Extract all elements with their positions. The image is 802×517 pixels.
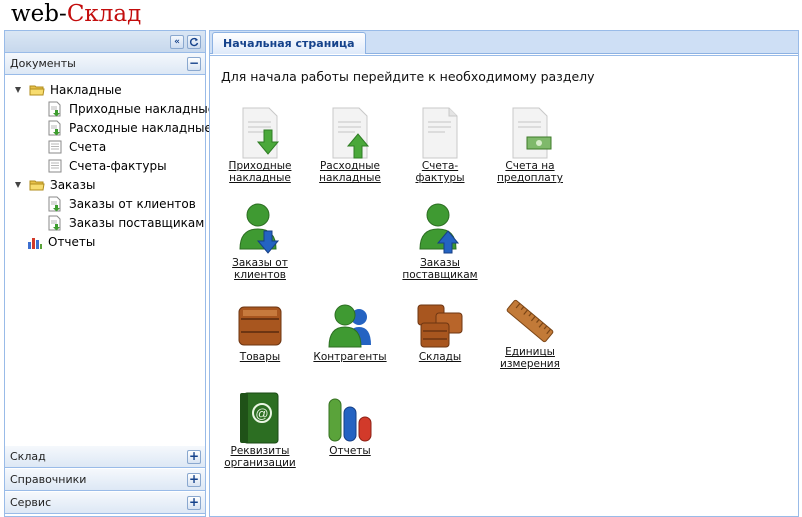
tree-node-invoice-facturas[interactable]: Счета-фактуры <box>47 157 207 175</box>
directories-section-header[interactable]: Справочники + <box>5 469 205 491</box>
home-page-content: Для начала работы перейдите к необходимо… <box>210 55 798 516</box>
client-orders-icon <box>239 203 280 254</box>
tile-organization-details[interactable]: @ Реквизиты организации <box>215 391 305 469</box>
prepayment-document-icon <box>512 107 552 159</box>
ruler-icon <box>506 299 554 343</box>
tile-label: Реквизиты организации <box>224 445 296 469</box>
section-title: Справочники <box>10 473 87 486</box>
tile-label: Счета на предоплату <box>496 160 563 184</box>
incoming-invoice-icon <box>242 107 280 159</box>
tile-label: Заказы от клиентов <box>232 257 288 281</box>
documents-section-header[interactable]: Документы − <box>5 53 205 75</box>
expand-section-button[interactable]: + <box>187 450 201 464</box>
main-tab-panel: Начальная страница Для начала работы пер… <box>209 30 799 517</box>
bar-chart-icon <box>28 238 42 249</box>
tab-home-page[interactable]: Начальная страница <box>212 32 366 54</box>
refresh-button[interactable] <box>187 35 201 49</box>
tile-label: Приходные накладные <box>228 160 292 184</box>
tile-label: Счета-фактуры <box>415 160 465 184</box>
collapse-panel-button[interactable]: « <box>170 35 184 49</box>
tile-supplier-orders[interactable]: Заказы поставщикам <box>395 201 485 281</box>
tile-outgoing-invoices[interactable]: Расходные накладные <box>305 106 395 184</box>
tree-node-label: Расходные накладные <box>69 121 212 135</box>
tile-label: Заказы поставщикам <box>402 257 478 281</box>
document-arrow-icon <box>48 196 61 212</box>
tree-node-orders[interactable]: Заказы <box>15 176 195 194</box>
reports-chart-icon <box>328 398 372 442</box>
service-section-header[interactable]: Сервис + <box>5 492 205 514</box>
section-title: Сервис <box>10 496 52 509</box>
refresh-icon <box>189 37 199 47</box>
intro-text: Для начала работы перейдите к необходимо… <box>221 69 595 84</box>
tile-client-orders[interactable]: Заказы от клиентов <box>215 201 305 281</box>
tree-node-label: Счета-фактуры <box>69 159 167 173</box>
tile-reports[interactable]: Отчеты <box>305 391 395 457</box>
tree-node-label: Накладные <box>50 83 122 97</box>
invoice-document-icon <box>422 107 458 159</box>
document-arrow-icon <box>48 101 61 117</box>
tree-node-client-orders[interactable]: Заказы от клиентов <box>47 195 207 213</box>
tile-units-of-measure[interactable]: Единицы измерения <box>485 296 575 370</box>
tile-incoming-invoices[interactable]: Приходные накладные <box>215 106 305 184</box>
expand-section-button[interactable]: + <box>187 473 201 487</box>
document-icon <box>48 140 62 154</box>
tree-node-reports[interactable]: Отчеты <box>27 233 197 251</box>
navigation-panel-header: « <box>5 31 205 53</box>
tree-node-label: Отчеты <box>48 235 96 249</box>
tree-node-label: Заказы <box>50 178 96 192</box>
outgoing-invoice-icon <box>332 107 370 159</box>
tree-node-incoming-invoices[interactable]: Приходные накладные <box>47 100 215 118</box>
address-book-icon: @ <box>240 392 279 444</box>
tile-label: Расходные накладные <box>319 160 381 184</box>
expander-icon[interactable] <box>15 182 21 188</box>
tab-strip: Начальная страница <box>210 31 798 54</box>
folder-icon <box>29 85 45 96</box>
goods-box-icon <box>238 306 282 346</box>
tile-warehouses[interactable]: Склады <box>395 301 485 363</box>
tile-invoice-facturas[interactable]: Счета-фактуры <box>395 106 485 184</box>
tile-label: Единицы измерения <box>500 346 560 370</box>
folder-icon <box>29 180 45 191</box>
documents-section-title: Документы <box>10 57 76 70</box>
warehouses-icon <box>417 304 463 348</box>
documents-tree: Накладные Приходные накладные Расходные … <box>5 75 215 464</box>
tile-contractors[interactable]: Контрагенты <box>305 301 395 363</box>
svg-text:@: @ <box>255 406 268 421</box>
document-icon <box>48 159 62 173</box>
tree-node-outgoing-invoices[interactable]: Расходные накладные <box>47 119 212 137</box>
tile-prepayment-invoices[interactable]: Счета на предоплату <box>485 106 575 184</box>
expander-icon[interactable] <box>15 87 21 93</box>
tree-node-label: Заказы поставщикам <box>69 216 205 230</box>
tree-node-label: Счета <box>69 140 107 154</box>
warehouse-section-header[interactable]: Склад + <box>5 446 205 468</box>
collapse-section-button[interactable]: − <box>187 57 201 71</box>
tree-node-invoices[interactable]: Накладные <box>15 81 195 99</box>
section-title: Склад <box>10 450 46 463</box>
tree-node-supplier-orders[interactable]: Заказы поставщикам <box>47 214 207 232</box>
tile-label: Склады <box>418 351 462 363</box>
app-logo: web-Склад <box>11 1 142 27</box>
tree-node-label: Приходные накладные <box>69 102 216 116</box>
tree-node-label: Заказы от клиентов <box>69 197 196 211</box>
tile-goods[interactable]: Товары <box>215 301 305 363</box>
supplier-orders-icon <box>419 203 460 254</box>
document-arrow-icon <box>48 120 61 136</box>
tree-node-bills[interactable]: Счета <box>47 138 207 156</box>
app-header: web-Склад <box>0 0 802 28</box>
expand-section-button[interactable]: + <box>187 496 201 510</box>
tile-label: Отчеты <box>329 445 371 457</box>
contractors-icon <box>328 304 371 348</box>
document-arrow-icon <box>48 215 61 231</box>
tile-label: Товары <box>239 351 281 363</box>
tile-label: Контрагенты <box>313 351 387 363</box>
navigation-panel: « Документы − Накладные Приходные наклад… <box>4 30 215 517</box>
